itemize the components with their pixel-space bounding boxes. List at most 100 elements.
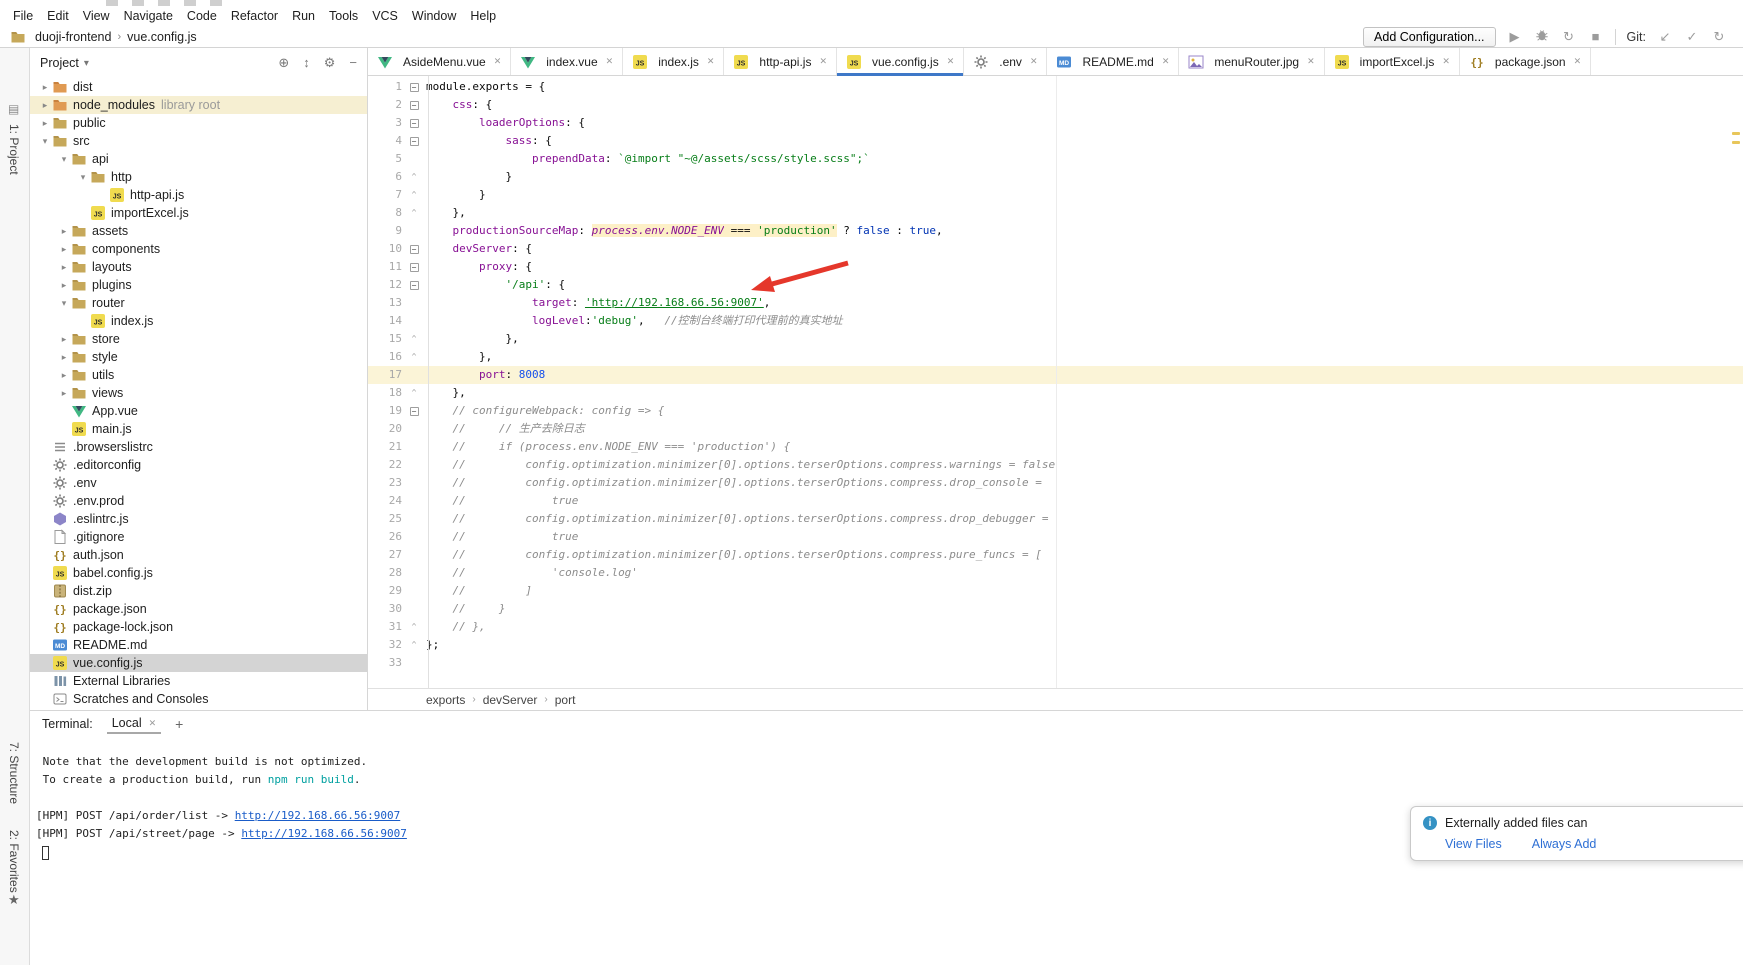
tree-row-importexcel-js[interactable]: JSimportExcel.js — [30, 204, 367, 222]
new-terminal-icon[interactable]: + — [175, 716, 183, 732]
tool-window-icon[interactable]: ▤ — [8, 102, 19, 116]
close-icon[interactable]: ✕ — [149, 718, 157, 729]
stop-icon[interactable]: ■ — [1588, 29, 1604, 45]
menu-item-help[interactable]: Help — [463, 8, 503, 24]
fold-collapse-icon[interactable]: − — [402, 263, 426, 272]
tree-row-index-js[interactable]: JSindex.js — [30, 312, 367, 330]
tree-row-package-json[interactable]: {}package.json — [30, 600, 367, 618]
collapse-all-icon[interactable]: ↕ — [303, 55, 310, 71]
editor-tab-vue-config-js[interactable]: JSvue.config.js✕ — [837, 48, 964, 75]
menu-item-refactor[interactable]: Refactor — [224, 8, 285, 24]
editor-tab-env[interactable]: .env✕ — [964, 48, 1047, 75]
chevron-right-icon[interactable]: ▸ — [57, 352, 71, 363]
git-update-icon[interactable]: ↙ — [1657, 29, 1673, 45]
tree-row-utils[interactable]: ▸utils — [30, 366, 367, 384]
close-tab-icon[interactable]: ✕ — [1162, 56, 1170, 67]
git-history-icon[interactable]: ↻ — [1711, 29, 1727, 45]
tree-row-env-prod[interactable]: .env.prod — [30, 492, 367, 510]
tree-row-components[interactable]: ▸components — [30, 240, 367, 258]
tree-row-eslintrc-js[interactable]: .eslintrc.js — [30, 510, 367, 528]
stripe-button-favorites[interactable]: 2: Favorites — [7, 830, 21, 893]
favorites-star-icon[interactable]: ★ — [8, 892, 20, 908]
editor-breadcrumb-port[interactable]: port — [555, 693, 576, 707]
chevron-right-icon[interactable]: ▸ — [57, 244, 71, 255]
close-tab-icon[interactable]: ✕ — [606, 56, 614, 67]
close-tab-icon[interactable]: ✕ — [947, 56, 955, 67]
tree-row-package-lock-json[interactable]: {}package-lock.json — [30, 618, 367, 636]
tree-row-env[interactable]: .env — [30, 474, 367, 492]
tree-row-dist[interactable]: ▸dist — [30, 78, 367, 96]
close-tab-icon[interactable]: ✕ — [819, 56, 827, 67]
fold-collapse-icon[interactable]: − — [402, 101, 426, 110]
tree-row-browserslistrc[interactable]: .browserslistrc — [30, 438, 367, 456]
run-icon[interactable]: ▶ — [1507, 29, 1523, 45]
menu-item-navigate[interactable]: Navigate — [117, 8, 180, 24]
close-tab-icon[interactable]: ✕ — [1442, 56, 1450, 67]
menu-item-tools[interactable]: Tools — [322, 8, 365, 24]
fold-collapse-icon[interactable]: − — [402, 407, 426, 416]
fold-end-icon[interactable]: ^ — [402, 384, 426, 402]
breadcrumb-item-vue-config-js[interactable]: vue.config.js — [127, 30, 196, 44]
chevron-right-icon[interactable]: ▸ — [57, 262, 71, 273]
fold-end-icon[interactable]: ^ — [402, 348, 426, 366]
menu-item-window[interactable]: Window — [405, 8, 463, 24]
tree-row-http-api-js[interactable]: JShttp-api.js — [30, 186, 367, 204]
tree-row-gitignore[interactable]: .gitignore — [30, 528, 367, 546]
editor-tab-menurouter-jpg[interactable]: menuRouter.jpg✕ — [1179, 48, 1324, 75]
editor-tab-index-js[interactable]: JSindex.js✕ — [623, 48, 724, 75]
fold-collapse-icon[interactable]: − — [402, 245, 426, 254]
terminal-title[interactable]: Terminal: — [42, 717, 93, 731]
tree-row-readme-md[interactable]: MDREADME.md — [30, 636, 367, 654]
tree-row-layouts[interactable]: ▸layouts — [30, 258, 367, 276]
tree-row-vue-config-js[interactable]: JSvue.config.js — [30, 654, 367, 672]
chevron-right-icon[interactable]: ▸ — [57, 226, 71, 237]
debug-icon[interactable] — [1534, 28, 1550, 46]
git-commit-icon[interactable]: ✓ — [1684, 29, 1700, 45]
editor-tab-package-json[interactable]: {}package.json✕ — [1460, 48, 1591, 75]
chevron-right-icon[interactable]: ▸ — [57, 388, 71, 399]
fold-end-icon[interactable]: ^ — [402, 330, 426, 348]
menu-item-edit[interactable]: Edit — [40, 8, 76, 24]
fold-collapse-icon[interactable]: − — [402, 137, 426, 146]
editor-tab-readme-md[interactable]: MDREADME.md✕ — [1047, 48, 1179, 75]
notification-action-always-add[interactable]: Always Add — [1532, 837, 1597, 851]
fold-end-icon[interactable]: ^ — [402, 618, 426, 636]
menu-item-run[interactable]: Run — [285, 8, 322, 24]
tree-row-node-modules[interactable]: ▸node_moduleslibrary root — [30, 96, 367, 114]
stripe-button-structure[interactable]: 7: Structure — [7, 742, 21, 804]
chevron-right-icon[interactable]: ▸ — [57, 280, 71, 291]
tree-row-main-js[interactable]: JSmain.js — [30, 420, 367, 438]
fold-end-icon[interactable]: ^ — [402, 636, 426, 654]
tree-row-external-libraries[interactable]: External Libraries — [30, 672, 367, 690]
chevron-down-icon[interactable]: ▾ — [84, 58, 89, 69]
tree-row-plugins[interactable]: ▸plugins — [30, 276, 367, 294]
chevron-down-icon[interactable]: ▾ — [76, 172, 90, 183]
chevron-down-icon[interactable]: ▾ — [57, 154, 71, 165]
tree-row-src[interactable]: ▾src — [30, 132, 367, 150]
tree-row-views[interactable]: ▸views — [30, 384, 367, 402]
chevron-down-icon[interactable]: ▾ — [38, 136, 52, 147]
editor-tab-index-vue[interactable]: index.vue✕ — [511, 48, 623, 75]
editor-tab-importexcel-js[interactable]: JSimportExcel.js✕ — [1325, 48, 1460, 75]
terminal-token[interactable]: http://192.168.66.56:9007 — [235, 809, 401, 822]
terminal-token[interactable]: http://192.168.66.56:9007 — [241, 827, 407, 840]
tree-row-api[interactable]: ▾api — [30, 150, 367, 168]
locate-file-icon[interactable]: ⊕ — [278, 55, 289, 71]
chevron-right-icon[interactable]: ▸ — [38, 100, 52, 111]
tree-row-http[interactable]: ▾http — [30, 168, 367, 186]
add-configuration-button[interactable]: Add Configuration... — [1363, 27, 1496, 47]
close-tab-icon[interactable]: ✕ — [494, 56, 502, 67]
chevron-right-icon[interactable]: ▸ — [57, 370, 71, 381]
tree-row-assets[interactable]: ▸assets — [30, 222, 367, 240]
hide-panel-icon[interactable]: − — [349, 55, 357, 71]
tree-row-editorconfig[interactable]: .editorconfig — [30, 456, 367, 474]
gear-icon[interactable]: ⚙ — [324, 55, 336, 71]
coverage-icon[interactable]: ↻ — [1561, 29, 1577, 45]
fold-end-icon[interactable]: ^ — [402, 186, 426, 204]
chevron-right-icon[interactable]: ▸ — [38, 82, 52, 93]
tree-row-app-vue[interactable]: App.vue — [30, 402, 367, 420]
editor-breadcrumb-devserver[interactable]: devServer — [483, 693, 538, 707]
tree-row-store[interactable]: ▸store — [30, 330, 367, 348]
fold-collapse-icon[interactable]: − — [402, 281, 426, 290]
tree-row-public[interactable]: ▸public — [30, 114, 367, 132]
